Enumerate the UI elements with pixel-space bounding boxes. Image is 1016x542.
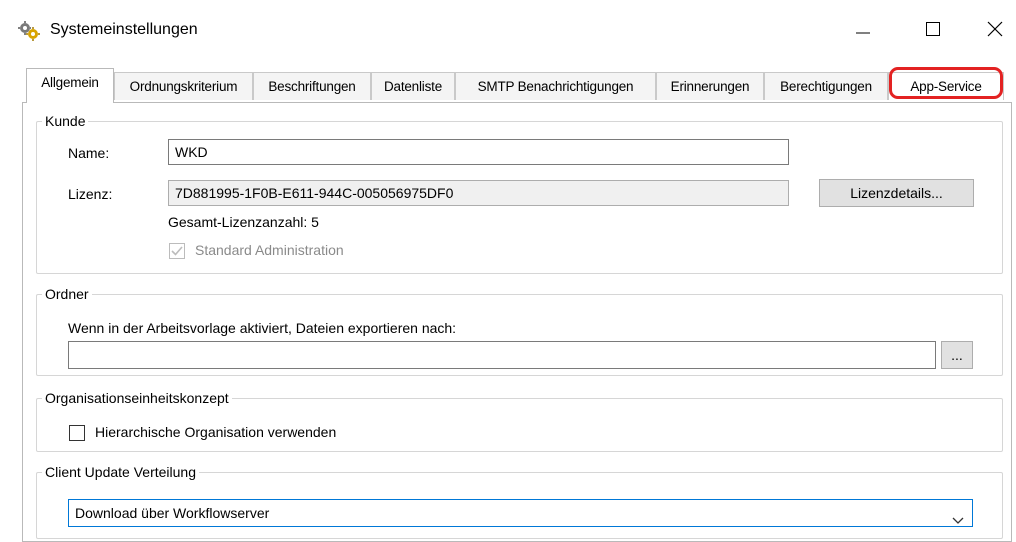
close-button[interactable]: [972, 10, 1016, 50]
name-label: Name:: [68, 145, 110, 161]
client-update-dropdown[interactable]: Download über Workflowserver: [68, 499, 973, 527]
group-client-update-legend: Client Update Verteilung: [45, 464, 196, 480]
maximize-icon: [926, 21, 940, 39]
tab-allgemein[interactable]: Allgemein: [26, 68, 114, 103]
gesamt-lizenzanzahl: Gesamt-Lizenzanzahl: 5: [168, 214, 319, 230]
lizenz-label: Lizenz:: [68, 186, 113, 202]
tab-app-service[interactable]: App-Service: [888, 72, 1004, 100]
ordner-description: Wenn in der Arbeitsvorlage aktiviert, Da…: [68, 320, 457, 336]
hierarchisch-checkbox[interactable]: [69, 425, 85, 441]
tab-berechtigungen[interactable]: Berechtigungen: [764, 72, 888, 100]
lizenzdetails-button[interactable]: Lizenzdetails...: [819, 179, 974, 207]
title-bar: Systemeinstellungen: [0, 0, 1016, 58]
minimize-button[interactable]: [840, 10, 886, 50]
name-field[interactable]: WKD: [168, 139, 789, 165]
group-ordner-legend: Ordner: [45, 286, 89, 302]
maximize-button[interactable]: [910, 10, 956, 50]
group-org-legend: Organisationseinheitskonzept: [45, 390, 229, 406]
tab-datenliste[interactable]: Datenliste: [371, 72, 455, 100]
close-icon: [987, 21, 1003, 40]
export-path-field[interactable]: [68, 341, 936, 369]
tab-smtp-benachrichtigungen[interactable]: SMTP Benachrichtigungen: [455, 72, 656, 100]
group-kunde-legend: Kunde: [45, 113, 86, 129]
lizenz-field[interactable]: 7D881995-1F0B-E611-944C-005056975DF0: [168, 180, 789, 206]
standard-admin-label: Standard Administration: [195, 242, 344, 258]
tab-erinnerungen[interactable]: Erinnerungen: [656, 72, 764, 100]
group-organisationseinheitskonzept: Organisationseinheitskonzept: [36, 390, 1003, 452]
hierarchisch-label: Hierarchische Organisation verwenden: [95, 424, 337, 440]
client-update-selected: Download über Workflowserver: [75, 505, 270, 521]
browse-button[interactable]: ...: [941, 341, 973, 369]
standard-admin-checkbox[interactable]: [169, 243, 185, 259]
window-title: Systemeinstellungen: [50, 21, 198, 38]
minimize-icon: [856, 22, 870, 39]
tab-ordnungskriterium[interactable]: Ordnungskriterium: [114, 72, 253, 100]
chevron-down-icon: [952, 508, 964, 534]
tab-beschriftungen[interactable]: Beschriftungen: [253, 72, 371, 100]
settings-window: Systemeinstellungen Allgemein Ordnungskr…: [0, 0, 1016, 542]
tab-panel-allgemein: Kunde Name: WKD Lizenz: 7D881995-1F0B-E6…: [22, 102, 1012, 542]
tab-strip: Allgemein Ordnungskriterium Beschriftung…: [22, 68, 1012, 103]
gears-icon: [18, 20, 40, 42]
